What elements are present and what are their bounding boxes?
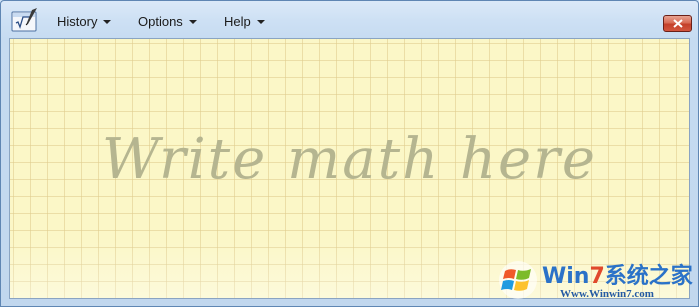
windows-logo-icon [498,260,538,300]
close-icon [672,15,683,33]
watermark-title-seven: 7 [589,264,605,289]
write-math-prompt: Write math here [101,127,598,192]
menu-help-label: Help [224,14,251,29]
title-bar: History Options Help [1,1,698,38]
menu-history-label: History [57,14,98,29]
math-input-app-icon[interactable] [11,8,38,33]
watermark-title-rest: 系统之家 [604,264,693,289]
math-input-window: History Options Help Write math here Win… [0,0,699,307]
watermark-title-win: Win [542,264,590,289]
watermark-url: Www.Winwin7.com [560,288,654,300]
chevron-down-icon [256,20,265,24]
watermark: Win7系统之家 Www.Winwin7.com [498,254,694,306]
watermark-title: Win7系统之家 [542,258,693,290]
menu-history[interactable]: History [57,14,112,29]
close-button[interactable] [663,15,692,32]
menu-options[interactable]: Options [138,14,197,29]
chevron-down-icon [188,20,197,24]
menu-options-label: Options [138,14,183,29]
chevron-down-icon [103,20,112,24]
menu-help[interactable]: Help [224,14,265,29]
